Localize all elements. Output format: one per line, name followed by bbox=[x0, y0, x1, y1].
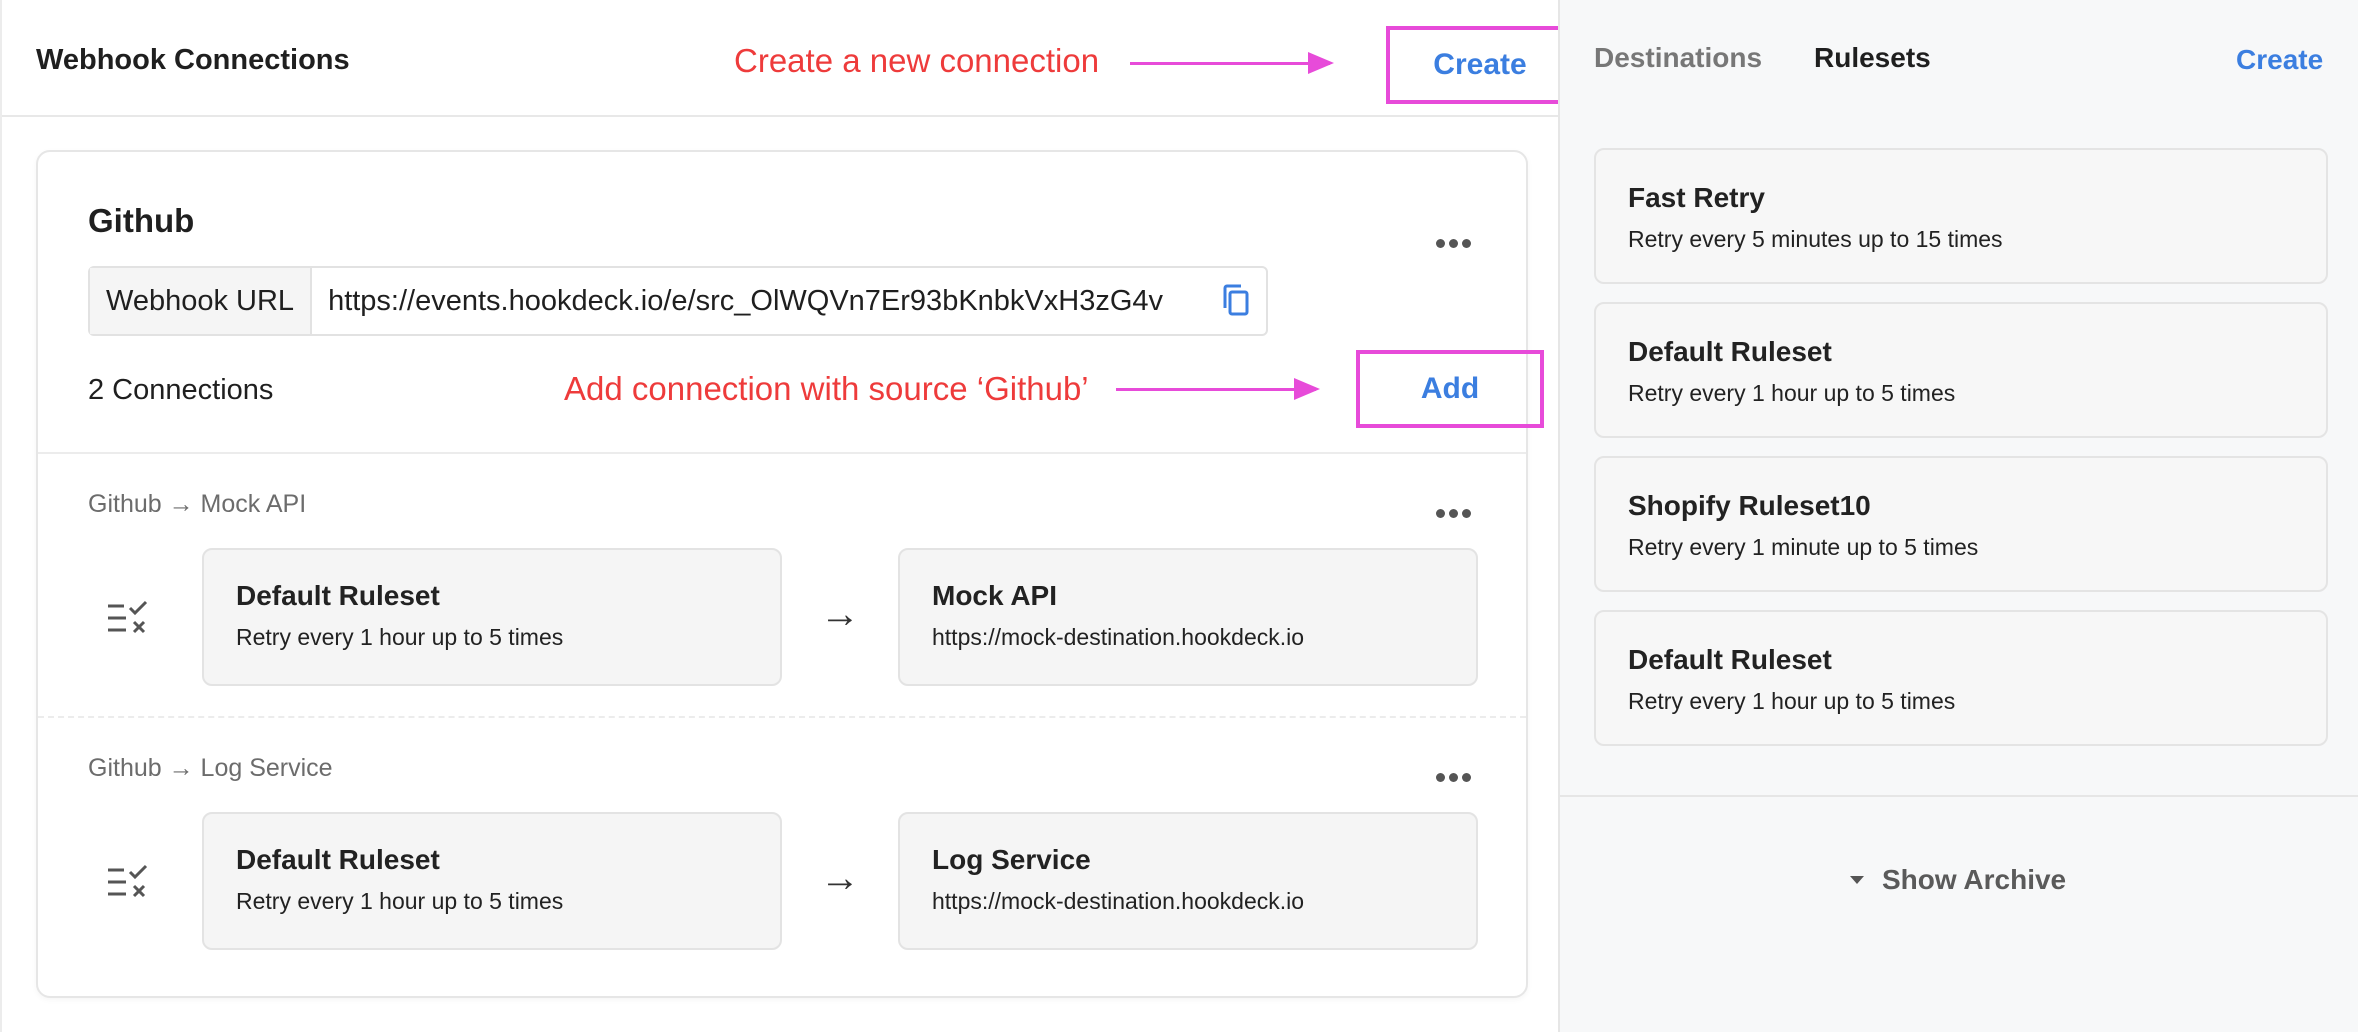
annotation-arrow bbox=[1116, 378, 1320, 400]
tab-destinations[interactable]: Destinations bbox=[1594, 42, 1762, 74]
connections-panel: Webhook Connections Create a new connect… bbox=[0, 0, 1574, 1032]
ruleset-card[interactable]: Default Ruleset Retry every 1 hour up to… bbox=[1594, 302, 2328, 438]
show-archive-button[interactable]: Show Archive bbox=[1850, 864, 2066, 896]
divider bbox=[38, 452, 1526, 454]
annotation-arrow bbox=[1130, 52, 1334, 74]
ruleset-name: Shopify Ruleset10 bbox=[1628, 490, 1871, 521]
ruleset-name: Default Ruleset bbox=[1628, 644, 1832, 675]
destination-name: Mock API bbox=[932, 580, 1057, 611]
create-connection-button[interactable]: Create bbox=[1433, 48, 1526, 82]
ruleset-name: Default Ruleset bbox=[236, 580, 440, 611]
webhook-url-label: Webhook URL bbox=[90, 268, 313, 334]
connection-title: Github → Log Service bbox=[88, 754, 333, 782]
destination-url: https://mock-destination.hookdeck.io bbox=[932, 888, 1305, 914]
show-archive-label: Show Archive bbox=[1882, 864, 2067, 895]
destination-box[interactable]: Mock API https://mock-destination.hookde… bbox=[898, 548, 1478, 686]
ruleset-name: Default Ruleset bbox=[1628, 336, 1832, 367]
destination-box[interactable]: Log Service https://mock-destination.hoo… bbox=[898, 812, 1478, 950]
ruleset-box[interactable]: Default Ruleset Retry every 1 hour up to… bbox=[202, 548, 782, 686]
copy-icon[interactable] bbox=[1206, 268, 1266, 334]
rulesets-panel: Destinations Rulesets Create Fast Retry … bbox=[1558, 0, 2358, 1032]
connection-count: 2 Connections bbox=[88, 374, 274, 406]
ruleset-icon bbox=[108, 600, 148, 634]
connection-more-icon[interactable] bbox=[1434, 494, 1473, 525]
ruleset-desc: Retry every 1 hour up to 5 times bbox=[236, 624, 564, 650]
ruleset-name: Fast Retry bbox=[1628, 182, 1765, 213]
add-connection-button[interactable]: Add bbox=[1421, 372, 1479, 406]
annotation-highlight-create: Create bbox=[1386, 26, 1574, 104]
destination-url: https://mock-destination.hookdeck.io bbox=[932, 624, 1305, 650]
arrow-right-icon: → bbox=[820, 856, 860, 900]
connection-title: Github → Mock API bbox=[88, 490, 307, 518]
connections-header: Webhook Connections Create a new connect… bbox=[2, 0, 1574, 117]
ruleset-desc: Retry every 1 minute up to 5 times bbox=[1628, 534, 1979, 560]
create-ruleset-button[interactable]: Create bbox=[2236, 44, 2323, 76]
ruleset-desc: Retry every 1 hour up to 5 times bbox=[236, 888, 564, 914]
annotation-create-note: Create a new connection bbox=[734, 42, 1100, 79]
caret-down-icon bbox=[1850, 876, 1864, 884]
page-title: Webhook Connections bbox=[36, 44, 350, 76]
divider bbox=[1560, 795, 2358, 797]
source-name: Github bbox=[88, 202, 195, 239]
ruleset-desc: Retry every 1 hour up to 5 times bbox=[1628, 380, 1956, 406]
ruleset-card[interactable]: Shopify Ruleset10 Retry every 1 minute u… bbox=[1594, 456, 2328, 592]
ruleset-card[interactable]: Default Ruleset Retry every 1 hour up to… bbox=[1594, 610, 2328, 746]
webhook-url-field: Webhook URL https://events.hookdeck.io/e… bbox=[88, 266, 1268, 336]
ruleset-name: Default Ruleset bbox=[236, 844, 440, 875]
ruleset-desc: Retry every 1 hour up to 5 times bbox=[1628, 688, 1956, 714]
source-card: Github Webhook URL https://events.hookde… bbox=[36, 150, 1544, 998]
annotation-highlight-add: Add bbox=[1356, 350, 1544, 428]
webhook-url-value[interactable]: https://events.hookdeck.io/e/src_OlWQVn7… bbox=[312, 285, 1206, 318]
tab-rulesets[interactable]: Rulesets bbox=[1814, 42, 1931, 74]
annotation-add-note: Add connection with source ‘Github’ bbox=[564, 370, 1089, 407]
ruleset-desc: Retry every 5 minutes up to 15 times bbox=[1628, 226, 2003, 252]
source-more-icon[interactable] bbox=[1434, 224, 1473, 255]
destination-name: Log Service bbox=[932, 844, 1091, 875]
connection-more-icon[interactable] bbox=[1434, 758, 1473, 789]
arrow-right-icon: → bbox=[820, 592, 860, 636]
ruleset-icon bbox=[108, 864, 148, 898]
ruleset-card[interactable]: Fast Retry Retry every 5 minutes up to 1… bbox=[1594, 148, 2328, 284]
ruleset-box[interactable]: Default Ruleset Retry every 1 hour up to… bbox=[202, 812, 782, 950]
divider bbox=[38, 716, 1526, 718]
